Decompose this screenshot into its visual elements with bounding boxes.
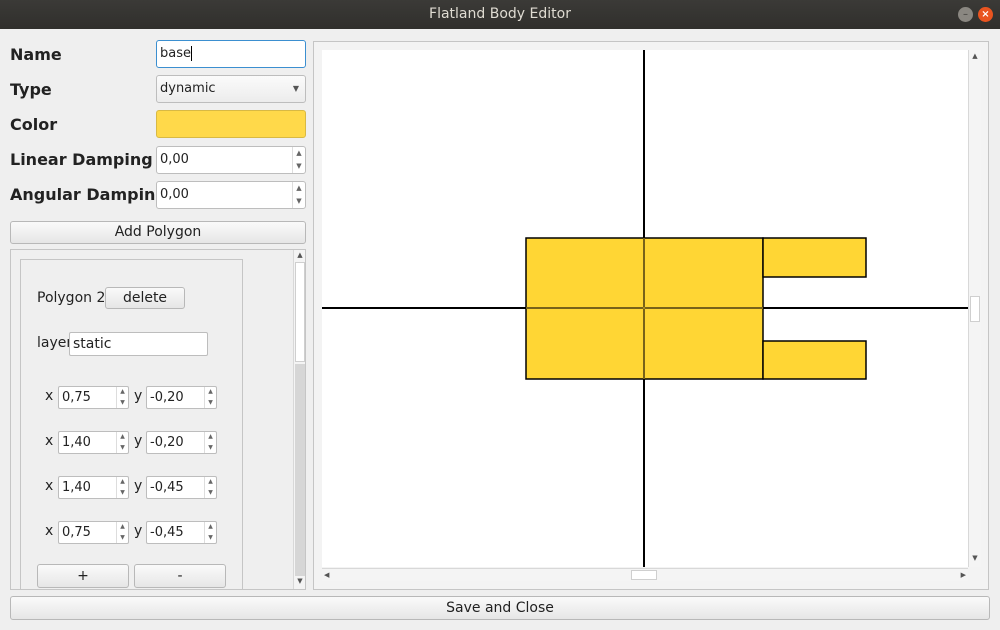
angular-damping-value: 0,00 — [160, 187, 189, 202]
vertex-x-value: 0,75 — [62, 525, 91, 540]
minimize-button[interactable]: – — [958, 7, 973, 22]
spin-down-icon[interactable]: ▼ — [117, 443, 128, 454]
close-icon: × — [981, 9, 990, 20]
spin-down-icon[interactable]: ▼ — [117, 533, 128, 544]
vertex-y-label: y — [134, 433, 143, 449]
scrollbar-thumb[interactable] — [631, 570, 657, 580]
text-caret — [191, 46, 192, 61]
linear-damping-label: Linear Damping — [10, 150, 153, 169]
vertex-y-spinbox[interactable]: -0,45 ▲ ▼ — [146, 521, 217, 544]
angular-damping-spinbox[interactable]: 0,00 ▲ ▼ — [156, 181, 306, 209]
spin-up-icon[interactable]: ▲ — [293, 147, 305, 160]
name-input[interactable]: base — [156, 40, 306, 68]
canvas-horizontal-scrollbar[interactable]: ◀ ▶ — [322, 568, 968, 581]
vertex-x-spinbox[interactable]: 0,75 ▲ ▼ — [58, 386, 129, 409]
spin-up-icon[interactable]: ▲ — [205, 432, 216, 443]
vertex-y-value: -0,20 — [150, 435, 184, 450]
vertex-y-label: y — [134, 523, 143, 539]
spin-down-icon[interactable]: ▼ — [205, 443, 216, 454]
vertex-x-value: 1,40 — [62, 480, 91, 495]
scrollbar-thumb[interactable] — [970, 296, 980, 322]
vertex-y-spinbox[interactable]: -0,20 ▲ ▼ — [146, 386, 217, 409]
name-label: Name — [10, 45, 62, 64]
spin-up-icon[interactable]: ▲ — [117, 432, 128, 443]
spin-down-icon[interactable]: ▼ — [205, 398, 216, 409]
delete-polygon-button[interactable]: delete — [105, 287, 185, 309]
vertex-x-label: x — [45, 478, 54, 494]
vertex-x-label: x — [45, 433, 54, 449]
type-label: Type — [10, 80, 52, 99]
spin-down-icon[interactable]: ▼ — [205, 533, 216, 544]
scroll-down-icon[interactable]: ▼ — [294, 577, 305, 585]
canvas-frame: ▲ ▼ ◀ ▶ — [313, 41, 989, 590]
polygon-panel-scrollbar[interactable]: ▲ ▼ — [293, 250, 305, 589]
body-canvas[interactable] — [322, 50, 968, 567]
vertex-x-label: x — [45, 388, 54, 404]
spin-down-icon[interactable]: ▼ — [117, 398, 128, 409]
save-and-close-button[interactable]: Save and Close — [10, 596, 990, 620]
layers-input[interactable]: static — [69, 332, 208, 356]
minimize-icon: – — [963, 9, 968, 20]
spin-down-icon[interactable]: ▼ — [293, 160, 305, 173]
scroll-left-icon[interactable]: ◀ — [324, 569, 329, 581]
scrollbar-thumb[interactable] — [295, 262, 305, 362]
type-select-value: dynamic — [160, 81, 216, 96]
scroll-up-icon[interactable]: ▲ — [294, 251, 305, 259]
dropdown-arrow-icon: ▼ — [292, 84, 299, 93]
color-label: Color — [10, 115, 58, 134]
vertex-x-spinbox[interactable]: 0,75 ▲ ▼ — [58, 521, 129, 544]
spin-up-icon[interactable]: ▲ — [117, 522, 128, 533]
angular-damping-label: Angular Damping — [10, 185, 167, 204]
name-input-value: base — [160, 46, 191, 61]
spin-down-icon[interactable]: ▼ — [293, 195, 305, 208]
vertex-y-value: -0,20 — [150, 390, 184, 405]
vertex-x-label: x — [45, 523, 54, 539]
vertex-y-label: y — [134, 478, 143, 494]
type-select[interactable]: dynamic ▼ — [156, 75, 306, 103]
spin-down-icon[interactable]: ▼ — [117, 488, 128, 499]
vertex-y-value: -0,45 — [150, 525, 184, 540]
spin-up-icon[interactable]: ▲ — [205, 522, 216, 533]
linear-damping-value: 0,00 — [160, 152, 189, 167]
color-swatch-button[interactable] — [156, 110, 306, 138]
vertex-x-spinbox[interactable]: 1,40 ▲ ▼ — [58, 431, 129, 454]
body-polygon-lower-arm[interactable] — [762, 340, 867, 380]
body-polygon-upper-arm[interactable] — [762, 237, 867, 278]
canvas-vertical-scrollbar[interactable]: ▲ ▼ — [968, 50, 981, 567]
title-bar: Flatland Body Editor – × — [0, 0, 1000, 29]
spin-up-icon[interactable]: ▲ — [205, 477, 216, 488]
scroll-down-icon[interactable]: ▼ — [969, 554, 981, 562]
close-window-button[interactable]: × — [978, 7, 993, 22]
scroll-right-icon[interactable]: ▶ — [961, 569, 966, 581]
scrollbar-track[interactable] — [295, 364, 305, 576]
spin-up-icon[interactable]: ▲ — [293, 182, 305, 195]
vertex-y-label: y — [134, 388, 143, 404]
vertex-y-spinbox[interactable]: -0,20 ▲ ▼ — [146, 431, 217, 454]
remove-vertex-button[interactable]: - — [134, 564, 226, 588]
spin-down-icon[interactable]: ▼ — [205, 488, 216, 499]
vertex-x-spinbox[interactable]: 1,40 ▲ ▼ — [58, 476, 129, 499]
window-title: Flatland Body Editor — [429, 6, 571, 22]
spin-up-icon[interactable]: ▲ — [117, 477, 128, 488]
scroll-up-icon[interactable]: ▲ — [969, 52, 981, 60]
vertex-y-spinbox[interactable]: -0,45 ▲ ▼ — [146, 476, 217, 499]
add-polygon-button[interactable]: Add Polygon — [10, 221, 306, 244]
vertex-x-value: 0,75 — [62, 390, 91, 405]
add-vertex-button[interactable]: + — [37, 564, 129, 588]
canvas-svg — [322, 50, 968, 567]
polygon-group: Polygon 2 delete layers: static x 0,75 ▲ ▼… — [20, 259, 243, 589]
polygon-title: Polygon 2 — [37, 290, 106, 306]
linear-damping-spinbox[interactable]: 0,00 ▲ ▼ — [156, 146, 306, 174]
spin-up-icon[interactable]: ▲ — [205, 387, 216, 398]
polygon-list-panel: Polygon 2 delete layers: static x 0,75 ▲ ▼… — [10, 249, 306, 590]
vertex-y-value: -0,45 — [150, 480, 184, 495]
spin-up-icon[interactable]: ▲ — [117, 387, 128, 398]
vertex-x-value: 1,40 — [62, 435, 91, 450]
